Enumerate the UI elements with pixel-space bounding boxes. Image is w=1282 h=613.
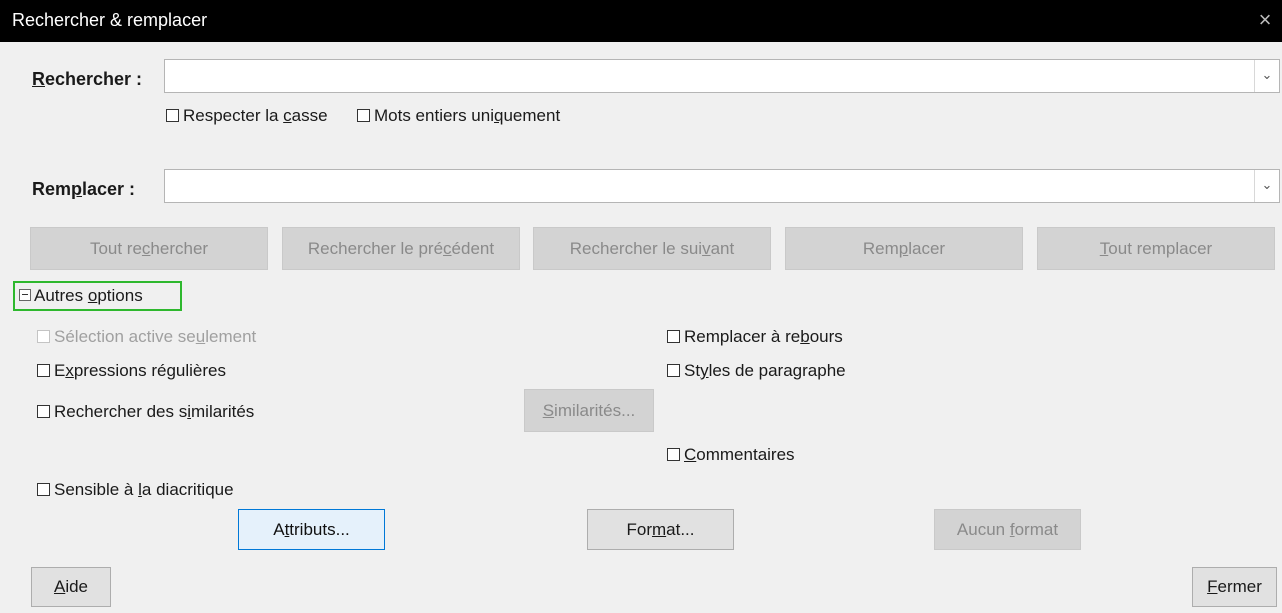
checkbox-box[interactable] bbox=[166, 109, 179, 122]
close-button[interactable]: Fermer bbox=[1192, 567, 1277, 607]
chevron-down-icon[interactable]: ⌄ bbox=[1254, 170, 1279, 202]
replace-label: Remplacer : bbox=[32, 179, 136, 199]
checkbox-box[interactable] bbox=[357, 109, 370, 122]
regular-expressions-checkbox[interactable]: Expressions régulières bbox=[37, 361, 226, 381]
checkbox-box[interactable] bbox=[667, 364, 680, 377]
find-all-button[interactable]: Tout rechercher bbox=[30, 227, 268, 270]
title-bar: Rechercher & remplacer × bbox=[0, 0, 1282, 42]
checkbox-box[interactable] bbox=[37, 405, 50, 418]
replace-button[interactable]: Remplacer bbox=[785, 227, 1023, 270]
replace-backwards-checkbox[interactable]: Remplacer à rebours bbox=[667, 327, 843, 347]
find-previous-button[interactable]: Rechercher le précédent bbox=[282, 227, 520, 270]
whole-words-checkbox[interactable]: Mots entiers uniquement bbox=[357, 106, 560, 126]
minus-box-icon[interactable] bbox=[19, 289, 31, 301]
current-selection-only-checkbox[interactable]: Sélection active seulement bbox=[37, 327, 256, 347]
attributes-button[interactable]: Attributs... bbox=[238, 509, 385, 550]
search-label: Rechercher : bbox=[32, 69, 143, 89]
help-button[interactable]: Aide bbox=[31, 567, 111, 607]
comments-checkbox[interactable]: Commentaires bbox=[667, 445, 795, 465]
checkbox-box[interactable] bbox=[667, 330, 680, 343]
checkbox-box[interactable] bbox=[37, 364, 50, 377]
format-button[interactable]: Format... bbox=[587, 509, 734, 550]
replace-combo[interactable]: ⌄ bbox=[164, 169, 1280, 203]
paragraph-styles-checkbox[interactable]: Styles de paragraphe bbox=[667, 361, 846, 381]
search-combo[interactable]: ⌄ bbox=[164, 59, 1280, 93]
replace-all-button[interactable]: Tout remplacer bbox=[1037, 227, 1275, 270]
search-input[interactable] bbox=[165, 60, 1261, 92]
checkbox-box[interactable] bbox=[37, 330, 50, 343]
find-next-button[interactable]: Rechercher le suivant bbox=[533, 227, 771, 270]
checkbox-box[interactable] bbox=[667, 448, 680, 461]
similarity-search-checkbox[interactable]: Rechercher des similarités bbox=[37, 402, 254, 422]
chevron-down-icon[interactable]: ⌄ bbox=[1254, 60, 1279, 92]
checkbox-box[interactable] bbox=[37, 483, 50, 496]
no-format-button[interactable]: Aucun format bbox=[934, 509, 1081, 550]
other-options-expander[interactable]: Autres options bbox=[13, 281, 182, 311]
replace-input[interactable] bbox=[165, 170, 1261, 202]
diacritic-sensitive-checkbox[interactable]: Sensible à la diacritique bbox=[37, 480, 234, 500]
similarities-button[interactable]: Similarités... bbox=[524, 389, 654, 432]
match-case-checkbox[interactable]: Respecter la casse bbox=[166, 106, 328, 126]
close-icon[interactable]: × bbox=[1254, 7, 1276, 33]
window-title: Rechercher & remplacer bbox=[12, 10, 208, 30]
